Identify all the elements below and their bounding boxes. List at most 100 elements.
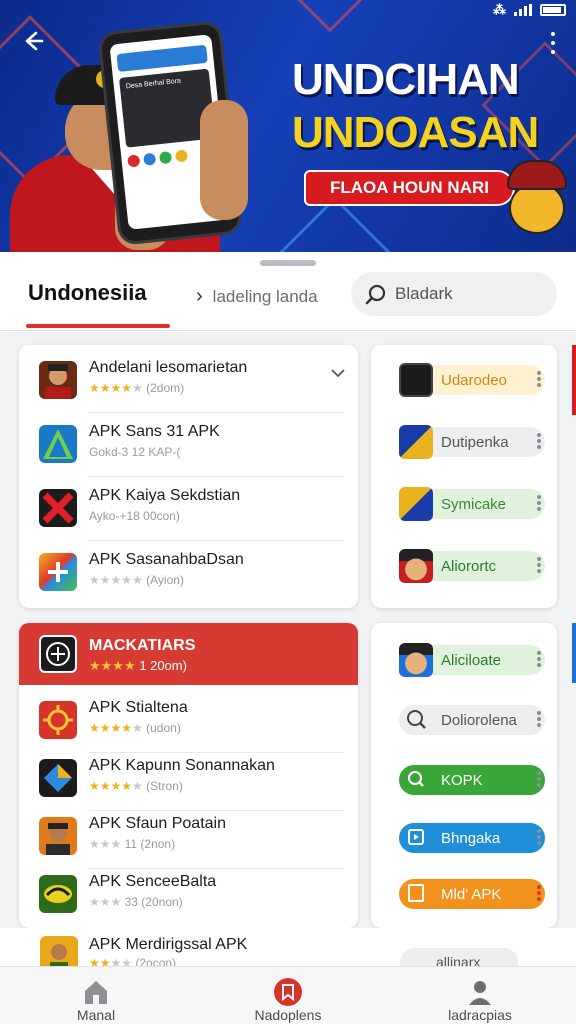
search-icon (399, 763, 433, 797)
search-placeholder: Bladark (395, 284, 453, 303)
app-title: APK Kapunn Sonannakan (89, 757, 275, 774)
nav-profile[interactable]: ladracpias (384, 967, 576, 1024)
more-vertical-icon[interactable] (537, 495, 541, 511)
search-icon (365, 284, 386, 305)
divider (0, 330, 576, 331)
list-item[interactable]: APK Sfaun Poatain ★★★ 11 (2non) (19, 805, 358, 869)
side-action-row[interactable]: Dutipenka (371, 411, 557, 471)
side-action-card: Aliciloate Doliorolena KOPK Bhngaka Mld'… (371, 623, 557, 928)
featured-app-meta: ★★★★ 1 20om) (89, 658, 187, 673)
sun-icon (39, 701, 77, 739)
portrait-icon (39, 361, 77, 399)
tab-secondary-label: ladeling landa (212, 286, 318, 306)
mascot-icon (505, 160, 567, 238)
list-item[interactable]: Andelani lesomarietan ★★★★★ (2dom) (19, 349, 358, 413)
network-indicator: ⁂ (493, 2, 506, 17)
diamond-icon (39, 759, 77, 797)
plus-icon (39, 553, 77, 591)
emblem-icon (399, 363, 433, 397)
side-action-row[interactable]: Udarodeo (371, 349, 557, 409)
drag-handle[interactable] (260, 260, 316, 266)
nav-label: Manal (76, 1007, 116, 1023)
app-title: Andelani lesomarietan (89, 359, 248, 376)
list-item[interactable]: APK Kaiya Sekdstian Ayko-+18 00con) (19, 477, 358, 541)
home-icon (85, 981, 107, 1004)
app-icon (399, 425, 433, 459)
tab-secondary[interactable]: › ladeling landa (196, 285, 318, 308)
nav-label: ladracpias (448, 1007, 512, 1023)
more-options-icon[interactable] (548, 32, 558, 54)
list-item[interactable]: APK Kapunn Sonannakan ★★★★★ (Stron) (19, 747, 358, 811)
more-vertical-icon[interactable] (537, 829, 541, 845)
side-action-row[interactable]: Mld' APK (371, 863, 557, 923)
app-meta: ★★★★★ (udon) (89, 721, 181, 735)
list-item[interactable]: APK Merdirigssal APK ★★★★ (2ocon) allina… (0, 928, 576, 976)
hand-illustration (200, 100, 248, 220)
list-item[interactable]: APK SasanahbaDsan ★★★★★ (Ayion) (19, 541, 358, 605)
edge-accent (572, 623, 576, 683)
app-list-card: Andelani lesomarietan ★★★★★ (2dom) APK S… (19, 345, 358, 608)
more-vertical-icon[interactable] (537, 885, 541, 901)
side-action-row[interactable]: Bhngaka (371, 807, 557, 867)
document-icon (399, 877, 433, 911)
app-meta: ★★★ 11 (2non) (89, 837, 176, 851)
side-action-row[interactable]: Aliciloate (371, 629, 557, 689)
app-title: APK SasanahbaDsan (89, 551, 244, 568)
portrait-icon (39, 817, 77, 855)
mascot-icon (399, 549, 433, 583)
red-x-icon (39, 489, 77, 527)
app-meta: ★★★★★ (Stron) (89, 779, 183, 793)
tab-active[interactable]: Undonesiia (28, 280, 147, 306)
profile-icon (469, 981, 491, 1005)
list-item[interactable]: APK Sans 31 APK Gokd-3 12 KAP-( (19, 413, 358, 477)
bottom-navigation: Manal Nadoplens ladracpias (0, 966, 576, 1024)
side-action-row[interactable]: KOPK (371, 749, 557, 809)
nav-bookmarks[interactable]: Nadoplens (192, 967, 384, 1024)
featured-app-title: MACKATIARS (89, 637, 196, 654)
more-vertical-icon[interactable] (537, 771, 541, 787)
back-arrow-icon[interactable] (20, 28, 46, 54)
app-meta: Gokd-3 12 KAP-( (89, 445, 181, 459)
side-action-card: Udarodeo Dutipenka Symicake Aliorortc (371, 345, 557, 608)
search-input[interactable]: Bladark (351, 272, 557, 316)
signal-icon (514, 4, 532, 16)
list-item[interactable]: APK Stialtena ★★★★★ (udon) (19, 689, 358, 753)
featured-app-header[interactable]: MACKATIARS ★★★★ 1 20om) (19, 623, 358, 685)
more-vertical-icon[interactable] (537, 557, 541, 573)
graffiti-icon (39, 875, 77, 913)
app-meta: Ayko-+18 00con) (89, 509, 180, 523)
bookmark-icon (274, 978, 302, 1006)
list-item[interactable]: APK SenceeBalta ★★★ 33 (20non) (19, 863, 358, 927)
banner-pattern (287, 0, 373, 33)
side-action-row[interactable]: Doliorolena (371, 689, 557, 749)
app-title: APK Sans 31 APK (89, 423, 220, 440)
app-title: APK Sfaun Poatain (89, 815, 226, 832)
more-vertical-icon[interactable] (537, 371, 541, 387)
banner-subtitle: UNDOASAN (292, 108, 539, 157)
more-vertical-icon[interactable] (537, 651, 541, 667)
app-icon (399, 487, 433, 521)
side-action-row[interactable]: Symicake (371, 473, 557, 533)
app-meta: ★★★ 33 (20non) (89, 895, 183, 909)
blue-a-icon (39, 425, 77, 463)
edge-accent (572, 345, 576, 415)
more-vertical-icon[interactable] (537, 711, 541, 727)
search-icon (399, 703, 433, 737)
app-title: APK Merdirigssal APK (89, 936, 248, 953)
app-meta: ★★★★★ (2dom) (89, 381, 185, 395)
app-title: APK SenceeBalta (89, 873, 217, 890)
banner-cta[interactable]: FLAOA HOUN NARI (304, 170, 515, 206)
battery-icon (540, 4, 566, 16)
chevron-down-icon[interactable] (330, 365, 346, 381)
hero-banner: ⁂ Desa Berhal Bora UNDCIHAN UNDOASAN FLA… (0, 0, 576, 255)
nav-home[interactable]: Manal (0, 967, 192, 1024)
more-vertical-icon[interactable] (537, 433, 541, 449)
nav-label: Nadoplens (254, 1007, 322, 1023)
app-title: APK Kaiya Sekdstian (89, 487, 241, 504)
app-list-card: MACKATIARS ★★★★ 1 20om) APK Stialtena ★★… (19, 623, 358, 928)
tab-indicator (26, 324, 170, 328)
banner-title: UNDCIHAN (292, 55, 520, 104)
app-meta: ★★★★★ (Ayion) (89, 573, 184, 587)
side-action-row[interactable]: Aliorortc (371, 535, 557, 595)
play-icon (399, 821, 433, 855)
